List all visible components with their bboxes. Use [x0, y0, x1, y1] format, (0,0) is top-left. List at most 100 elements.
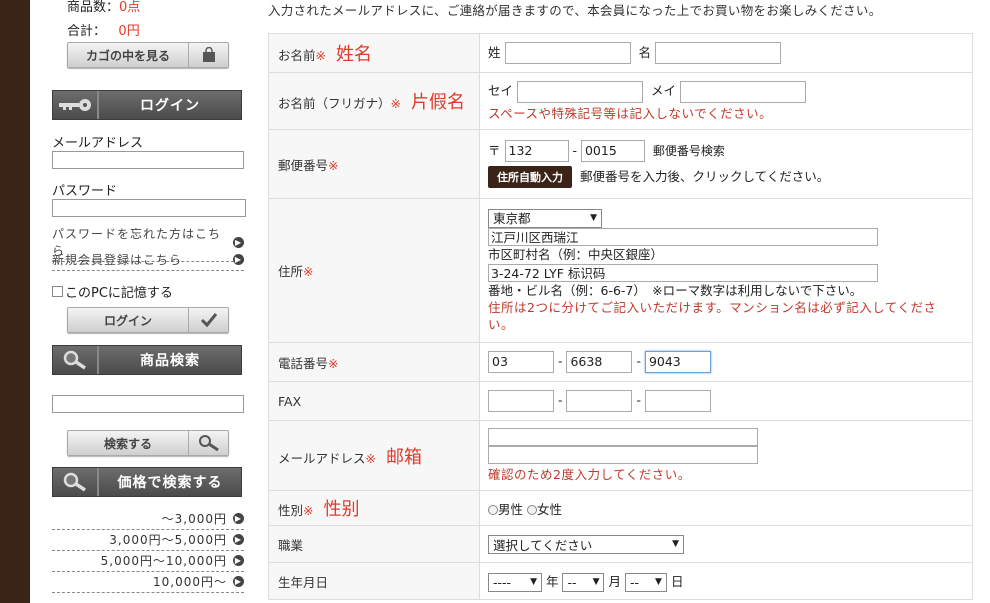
required-mark: ※ — [328, 157, 339, 173]
registration-form: お名前※ 姓名 姓 名 お名前（フリガナ）※ 片假名 セイ メイ スペースや特殊記号… — [268, 33, 973, 600]
address1-hint: 市区町村名（例：中央区銀座） — [488, 247, 664, 262]
last-name-input[interactable] — [504, 42, 631, 65]
zip1-input[interactable]: 132 — [504, 140, 569, 163]
arrow-right-icon: ▶ — [233, 555, 244, 566]
shopping-bag-icon — [188, 43, 228, 67]
email-annotation: 邮箱 — [386, 446, 422, 468]
search-heading-label: 商品検索 — [140, 353, 200, 369]
gender-input-cell: 男性 女性 — [479, 490, 973, 526]
phone3-input[interactable]: 9043 — [644, 351, 711, 373]
magnifier-icon — [53, 346, 99, 374]
last-name-label: 姓 — [488, 44, 501, 60]
phone-label: 電話番号 — [278, 355, 329, 371]
kana-last-input[interactable] — [517, 80, 643, 103]
female-radio[interactable] — [527, 504, 537, 515]
phone2-input[interactable]: 6638 — [566, 351, 633, 373]
arrow-right-icon: ▶ — [233, 513, 244, 524]
address-autofill-button[interactable]: 住所自動入力 — [488, 166, 572, 189]
job-row: 職業 選択してください ▼ — [268, 525, 973, 563]
birth-day-select[interactable]: -- ▼ — [624, 572, 667, 592]
gender-label: 性別 — [278, 503, 304, 518]
cart-count: 商品数：0点 — [67, 0, 140, 15]
name-label: お名前 — [278, 48, 316, 63]
zip-row: 郵便番号※ 〒 132 - 0015 郵便番号検索 住所自動入力 郵便番号を入力… — [268, 129, 973, 199]
phone1-input[interactable]: 03 — [488, 351, 554, 373]
name-input-cell: 姓 名 — [479, 33, 973, 73]
birth-month-select[interactable]: -- ▼ — [562, 572, 605, 592]
autofill-note: 郵便番号を入力後、クリックしてください。 — [579, 169, 830, 185]
product-search-input[interactable] — [52, 395, 244, 413]
price-range-label: 3,000円～5,000円 — [109, 533, 227, 547]
magnifier-icon — [188, 431, 228, 455]
login-heading-label: ログイン — [140, 98, 200, 114]
login-email-input[interactable] — [52, 151, 244, 169]
required-mark: ※ — [303, 503, 314, 518]
name-label-cell: お名前※ 姓名 — [268, 33, 480, 73]
male-radio[interactable] — [488, 504, 498, 515]
required-mark: ※ — [303, 264, 314, 279]
price-range-label: 10,000円～ — [153, 575, 227, 589]
zip2-input[interactable]: 0015 — [580, 140, 645, 163]
register-link[interactable]: 新規会員登録はこちら ▶ — [52, 251, 244, 271]
birthday-label: 生年月日 — [278, 574, 329, 590]
zip-search-link[interactable]: 郵便番号検索 — [653, 144, 725, 158]
fax1-input[interactable] — [488, 390, 554, 412]
remember-checkbox[interactable] — [52, 286, 63, 297]
birth-month-value: -- — [567, 574, 577, 590]
email-label: メールアドレス — [278, 450, 366, 466]
dropdown-arrow-icon: ▼ — [530, 577, 537, 587]
required-mark: ※ — [365, 450, 376, 466]
kana-first-label: メイ — [650, 83, 676, 99]
job-select[interactable]: 選択してください ▼ — [488, 534, 684, 554]
kana-label-cell: お名前（フリガナ）※ 片假名 — [268, 72, 480, 130]
birth-year-value: ---- — [493, 574, 512, 590]
address1-input[interactable]: 江戸川区西瑞江 — [488, 228, 878, 246]
phone-label-cell: 電話番号※ — [268, 342, 480, 382]
phone-row: 電話番号※ 03 - 6638 - 9043 — [268, 342, 973, 382]
email-confirm-input[interactable] — [488, 446, 758, 464]
day-unit: 日 — [670, 573, 684, 589]
price-range-link[interactable]: 3,000円～5,000円 ▶ — [52, 531, 244, 551]
fax3-input[interactable] — [644, 390, 711, 412]
login-button[interactable]: ログイン — [67, 307, 229, 333]
job-label-cell: 職業 — [268, 525, 480, 563]
kana-annotation: 片假名 — [411, 92, 465, 113]
address-input-cell: 東京都 ▼ 江戸川区西瑞江 市区町村名（例：中央区銀座） 3-24-72 LYF … — [479, 198, 973, 343]
address2-input[interactable]: 3-24-72 LYF 标识码 — [488, 263, 878, 282]
job-select-value: 選択してください — [493, 537, 593, 553]
birthday-row: 生年月日 ---- ▼ 年 -- ▼ 月 -- ▼ 日 — [268, 562, 973, 600]
address-label-cell: 住所※ — [268, 198, 480, 343]
fax2-input[interactable] — [566, 390, 633, 412]
key-icon — [53, 91, 99, 119]
kana-input-cell: セイ メイ スペースや特殊記号等は記入しないでください。 — [479, 72, 973, 130]
search-button[interactable]: 検索する — [67, 430, 229, 456]
fax-label-cell: FAX — [268, 381, 480, 421]
kana-label: お名前（フリガナ） — [278, 96, 391, 111]
address-row: 住所※ 東京都 ▼ 江戸川区西瑞江 市区町村名（例：中央区銀座） 3-24-72 … — [268, 198, 973, 343]
birth-year-select[interactable]: ---- ▼ — [488, 572, 542, 592]
kana-first-input[interactable] — [679, 80, 806, 103]
arrow-right-icon: ▶ — [233, 236, 244, 248]
view-cart-button[interactable]: カゴの中を見る — [67, 42, 229, 68]
first-name-input[interactable] — [654, 42, 781, 65]
dropdown-arrow-icon: ▼ — [590, 212, 597, 223]
gender-annotation: 性别 — [323, 499, 360, 520]
first-name-label: 名 — [638, 44, 651, 60]
required-mark: ※ — [328, 355, 339, 371]
address-label: 住所 — [278, 264, 304, 279]
prefecture-select[interactable]: 東京都 ▼ — [488, 208, 602, 228]
name-annotation: 姓名 — [336, 44, 372, 65]
login-email-label: メールアドレス — [52, 136, 144, 151]
price-range-link[interactable]: 10,000円～ ▶ — [52, 573, 244, 593]
cart-total: 合計： 0円 — [67, 20, 140, 39]
zip-label: 郵便番号 — [278, 157, 329, 173]
cart-total-label: 合計： — [67, 24, 107, 39]
price-range-link[interactable]: ～3,000円 ▶ — [52, 510, 244, 530]
address2-hint: 番地・ビル名（例：6-6-7） ※ローマ数字は利用しないで下さい。 — [488, 282, 863, 298]
price-range-link[interactable]: 5,000円～10,000円 ▶ — [52, 552, 244, 572]
login-password-input[interactable] — [52, 199, 246, 217]
email-input[interactable] — [488, 428, 758, 446]
cart-total-value: 0円 — [118, 24, 140, 39]
email-label-cell: メールアドレス※ 邮箱 — [268, 420, 480, 491]
login-button-label: ログイン — [103, 313, 152, 328]
